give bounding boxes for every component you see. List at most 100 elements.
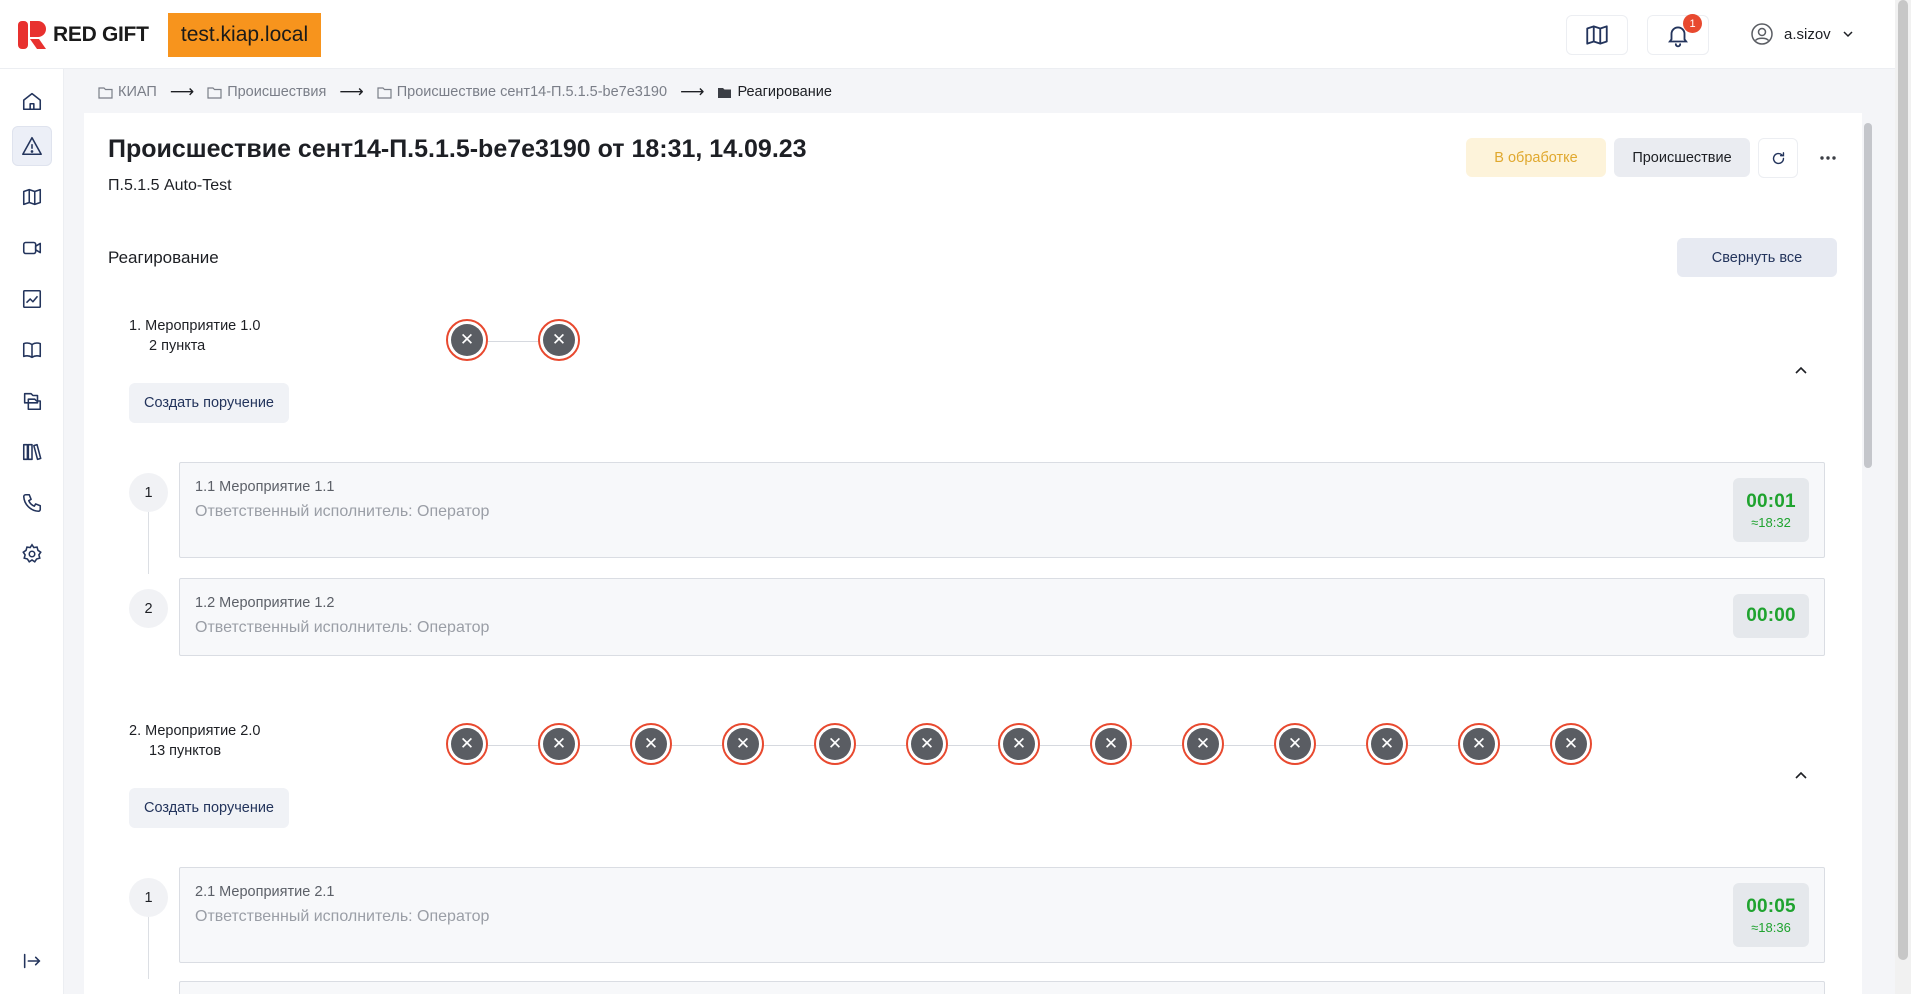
task-timer: 00:05 ≈18:36 <box>1733 883 1809 947</box>
page-scrollbar-thumb[interactable] <box>1898 0 1908 960</box>
documents-icon <box>23 392 42 411</box>
close-icon: ✕ <box>1371 728 1403 760</box>
content-scrollbar-thumb[interactable] <box>1864 123 1872 468</box>
close-icon: ✕ <box>543 324 575 356</box>
task-card[interactable] <box>179 981 1825 994</box>
page-scrollbar[interactable] <box>1895 0 1911 994</box>
close-icon: ✕ <box>543 728 575 760</box>
video-camera-icon <box>22 241 42 255</box>
step-node[interactable]: ✕ <box>722 723 764 765</box>
library-icon <box>22 443 42 461</box>
step-connector <box>578 745 632 746</box>
map-button[interactable] <box>1566 15 1628 55</box>
book-icon <box>22 342 42 359</box>
step-node[interactable]: ✕ <box>906 723 948 765</box>
close-icon: ✕ <box>911 728 943 760</box>
sidebar-item-video[interactable] <box>12 228 52 268</box>
more-options-button[interactable] <box>1816 148 1840 168</box>
close-icon: ✕ <box>1187 728 1219 760</box>
close-icon: ✕ <box>1003 728 1035 760</box>
task-title: 1.2 Мероприятие 1.2 <box>195 595 335 611</box>
breadcrumb-item[interactable]: КИАП <box>98 84 157 100</box>
main-content: Происшествие сент14-П.5.1.5-be7e3190 от … <box>84 113 1864 994</box>
step-node[interactable]: ✕ <box>446 319 488 361</box>
sidebar-item-settings[interactable] <box>12 534 52 574</box>
step-connector <box>1130 745 1184 746</box>
create-task-button[interactable]: Создать поручение <box>129 788 289 828</box>
step-connector <box>1498 745 1552 746</box>
breadcrumb-arrow-icon: ⟶ <box>169 82 195 101</box>
step-node[interactable]: ✕ <box>538 319 580 361</box>
step-node[interactable]: ✕ <box>446 723 488 765</box>
close-icon: ✕ <box>451 728 483 760</box>
task-timer: 00:00 <box>1733 594 1809 638</box>
status-button[interactable]: В обработке <box>1466 138 1606 177</box>
task-number: 1 <box>129 878 168 917</box>
sidebar <box>0 69 64 994</box>
step-node[interactable]: ✕ <box>814 723 856 765</box>
close-icon: ✕ <box>1463 728 1495 760</box>
sidebar-item-library[interactable] <box>12 432 52 472</box>
sidebar-item-phone[interactable] <box>12 483 52 523</box>
task-connector <box>148 512 149 574</box>
notifications-button[interactable]: 1 <box>1647 14 1709 55</box>
chevron-up-icon[interactable] <box>1793 362 1809 378</box>
step-node[interactable]: ✕ <box>998 723 1040 765</box>
username: a.sizov <box>1784 25 1831 43</box>
step-node[interactable]: ✕ <box>630 723 672 765</box>
task-card[interactable]: 1.2 Мероприятие 1.2 Ответственный исполн… <box>179 578 1825 656</box>
create-task-button[interactable]: Создать поручение <box>129 383 289 423</box>
sidebar-item-home[interactable] <box>12 81 52 121</box>
step-node[interactable]: ✕ <box>1550 723 1592 765</box>
chevron-up-icon[interactable] <box>1793 767 1809 783</box>
sidebar-item-incidents[interactable] <box>12 126 52 166</box>
task-executor: Ответственный исполнитель: Оператор <box>195 619 490 636</box>
breadcrumb-current: Реагирование <box>717 84 832 100</box>
logo[interactable]: RED GIFT <box>17 20 149 50</box>
task-executor: Ответственный исполнитель: Оператор <box>195 908 490 925</box>
breadcrumb-arrow-icon: ⟶ <box>680 82 705 101</box>
sidebar-item-handbook[interactable] <box>12 330 52 370</box>
folder-filled-icon <box>718 87 732 98</box>
breadcrumb-item[interactable]: Происшествия <box>207 84 326 100</box>
close-icon: ✕ <box>1555 728 1587 760</box>
sidebar-item-analytics[interactable] <box>12 279 52 319</box>
task-title: 1.1 Мероприятие 1.1 <box>195 479 335 495</box>
refresh-icon <box>1772 151 1784 164</box>
step-node[interactable]: ✕ <box>1366 723 1408 765</box>
content-scrollbar[interactable] <box>1862 113 1874 994</box>
phone-icon <box>22 493 42 513</box>
home-icon <box>22 92 42 111</box>
step-node[interactable]: ✕ <box>1274 723 1316 765</box>
collapse-all-button[interactable]: Свернуть все <box>1677 238 1837 277</box>
incident-type-button[interactable]: Происшествие <box>1614 138 1750 177</box>
sidebar-item-map[interactable] <box>12 177 52 217</box>
task-card[interactable]: 1.1 Мероприятие 1.1 Ответственный исполн… <box>179 462 1825 558</box>
close-icon: ✕ <box>1095 728 1127 760</box>
refresh-button[interactable] <box>1758 138 1798 178</box>
step-node[interactable]: ✕ <box>1182 723 1224 765</box>
event-name: 2. Мероприятие 2.0 <box>129 723 261 739</box>
task-executor: Ответственный исполнитель: Оператор <box>195 503 490 520</box>
logo-text: RED GIFT <box>53 23 149 46</box>
gear-icon <box>22 543 42 563</box>
host-badge: test.kiap.local <box>168 13 321 57</box>
timer-value: 00:05 <box>1746 895 1796 917</box>
task-card[interactable]: 2.1 Мероприятие 2.1 Ответственный исполн… <box>179 867 1825 963</box>
breadcrumb-item[interactable]: Происшествие сент14-П.5.1.5-be7e3190 <box>377 84 667 100</box>
user-menu[interactable]: a.sizov <box>1750 22 1855 46</box>
close-icon: ✕ <box>819 728 851 760</box>
sidebar-item-documents[interactable] <box>12 381 52 421</box>
close-icon: ✕ <box>727 728 759 760</box>
step-node[interactable]: ✕ <box>1458 723 1500 765</box>
user-avatar-icon <box>1751 23 1773 45</box>
close-icon: ✕ <box>451 324 483 356</box>
timer-value: 00:00 <box>1746 605 1796 626</box>
sidebar-collapse-button[interactable] <box>12 941 52 981</box>
step-node[interactable]: ✕ <box>1090 723 1132 765</box>
step-connector <box>1406 745 1460 746</box>
step-node[interactable]: ✕ <box>538 723 580 765</box>
section-title: Реагирование <box>108 248 219 267</box>
step-connector <box>670 745 724 746</box>
chart-icon <box>22 289 42 309</box>
